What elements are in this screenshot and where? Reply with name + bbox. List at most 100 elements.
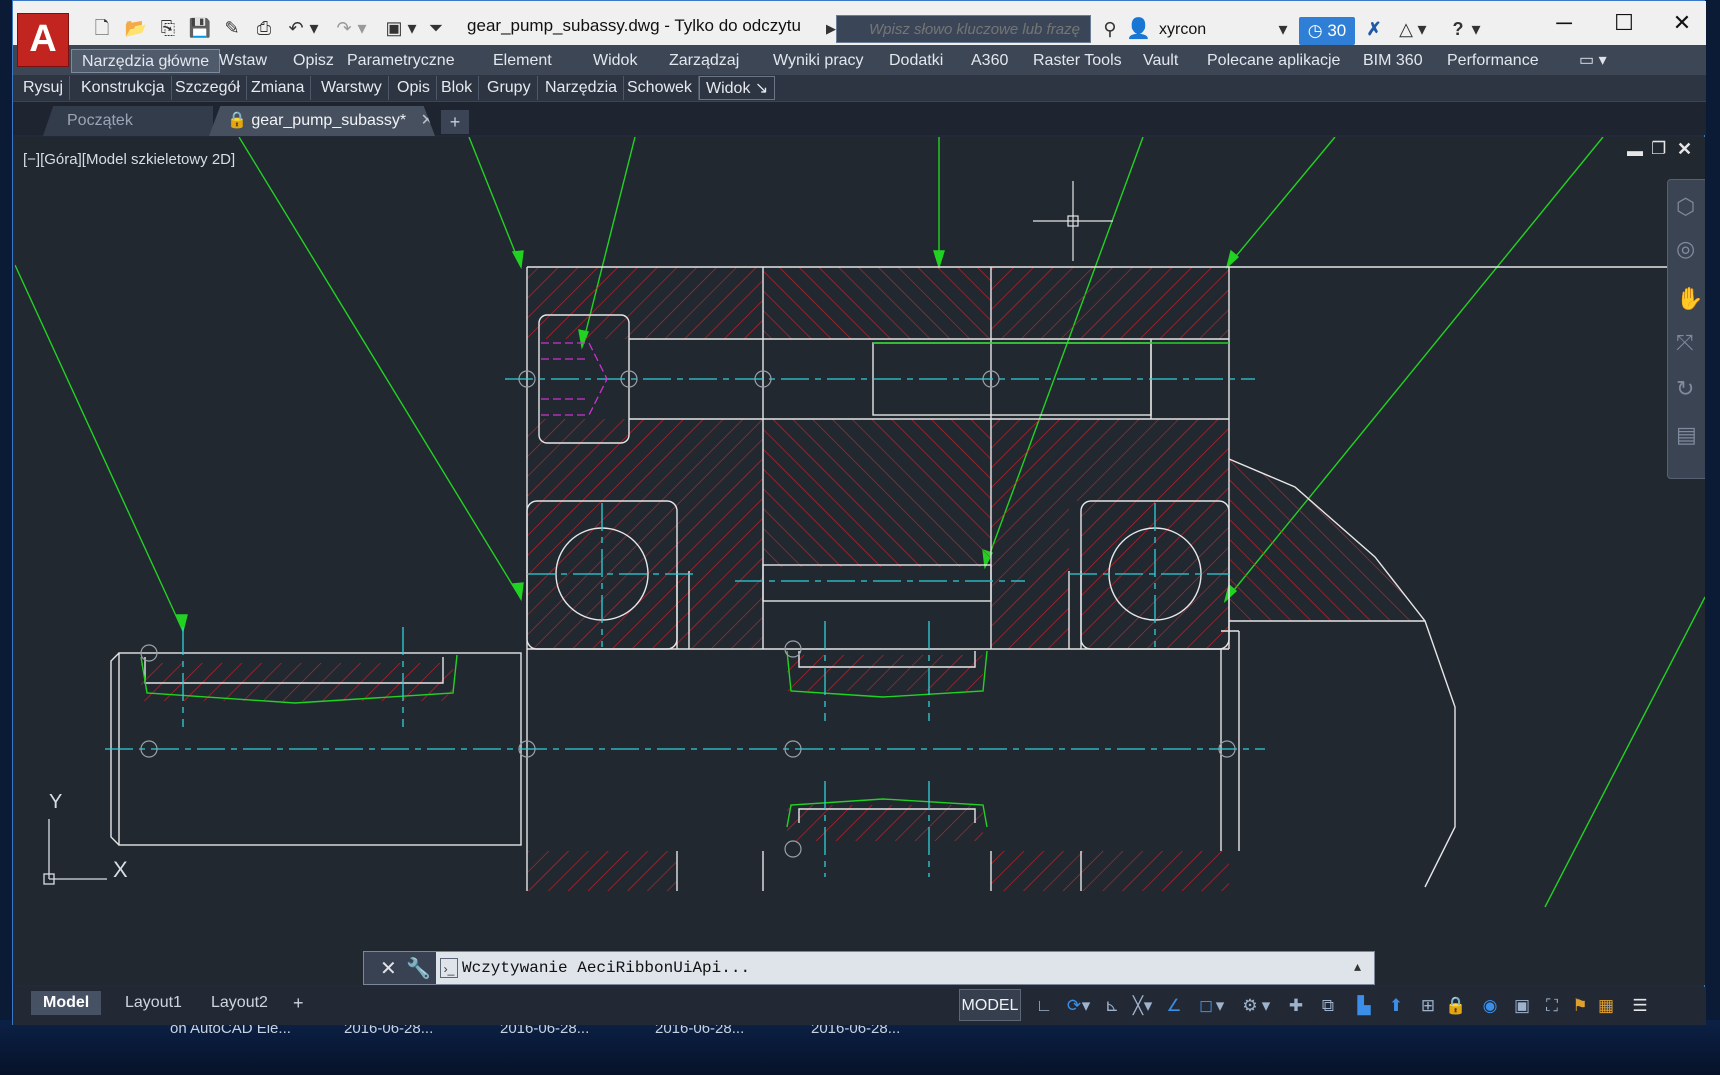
- panel-clipboard[interactable]: Schowek: [621, 76, 699, 100]
- file-tab-start[interactable]: Początek: [43, 106, 213, 136]
- annotation-scale-dropdown-icon[interactable]: ▾: [1259, 993, 1273, 1019]
- close-button[interactable]: ✕: [1653, 1, 1711, 45]
- application-menu-button[interactable]: A: [17, 13, 69, 67]
- panel-modify[interactable]: Zmiana: [245, 76, 312, 100]
- command-prompt-icon[interactable]: ›_: [440, 958, 458, 978]
- object-snap-dropdown-icon[interactable]: ▾: [1213, 993, 1227, 1019]
- help-dropdown-icon[interactable]: ▾: [1469, 16, 1483, 42]
- ribbon-tab-performance[interactable]: Performance: [1437, 49, 1549, 73]
- ribbon-tab-parametric[interactable]: Parametryczne: [337, 49, 465, 73]
- viewport-restore-icon[interactable]: ❐: [1651, 139, 1666, 159]
- search-expand-icon[interactable]: ▶: [826, 17, 836, 41]
- steering-wheel-icon[interactable]: ◎: [1676, 236, 1695, 262]
- notification-icon[interactable]: ▦: [1593, 993, 1619, 1019]
- save-to-web-icon[interactable]: ⎘: [155, 15, 181, 41]
- ribbon-tab-raster-tools[interactable]: Raster Tools: [1023, 49, 1132, 73]
- orbit-icon[interactable]: ↻: [1676, 376, 1694, 402]
- ribbon-tab-vault[interactable]: Vault: [1133, 49, 1188, 73]
- showmotion-icon[interactable]: ▤: [1676, 422, 1697, 448]
- command-history-icon[interactable]: ▴: [1354, 958, 1361, 975]
- units-icon[interactable]: ⬆: [1383, 993, 1409, 1019]
- grid-icon[interactable]: ∟: [1031, 993, 1057, 1019]
- snap-dropdown-icon[interactable]: ▾: [1079, 993, 1093, 1019]
- file-tab-drawing[interactable]: 🔒 gear_pump_subassy* ✕: [209, 106, 435, 136]
- ribbon-tab-home[interactable]: Narzędzia główne: [71, 49, 221, 73]
- crosshair-icon[interactable]: ✚: [1283, 993, 1309, 1019]
- model-space-button[interactable]: MODEL: [959, 989, 1021, 1021]
- save-icon[interactable]: 💾: [187, 15, 213, 41]
- viewcube-icon[interactable]: ⬡: [1676, 194, 1695, 220]
- exchange-apps-icon[interactable]: ✗: [1361, 16, 1387, 42]
- drawing-viewport[interactable]: [−][Góra][Model szkieletowy 2D] Y X ▬ ❐ …: [15, 137, 1705, 985]
- viewport-close-icon[interactable]: ✕: [1677, 139, 1692, 160]
- viewport-minimize-icon[interactable]: ▬: [1627, 143, 1643, 161]
- lock-ui-icon[interactable]: 🔒: [1443, 993, 1469, 1019]
- ribbon-tab-view[interactable]: Widok: [583, 49, 647, 73]
- pan-icon[interactable]: ✋: [1676, 286, 1703, 312]
- ribbon-tab-manage[interactable]: Zarządzaj: [659, 49, 749, 73]
- ribbon-tab-a360[interactable]: A360: [961, 49, 1018, 73]
- new-tab-button[interactable]: +: [441, 110, 469, 134]
- ortho-icon[interactable]: ⊾: [1099, 993, 1125, 1019]
- undo-dropdown-icon[interactable]: ▾: [307, 15, 321, 41]
- open-file-icon[interactable]: 📂: [123, 15, 149, 41]
- new-file-icon[interactable]: 🗋: [89, 15, 115, 41]
- isodraft-icon[interactable]: ∠: [1161, 993, 1187, 1019]
- close-command-line-icon[interactable]: ✕: [380, 956, 397, 981]
- print-icon[interactable]: ⎙: [251, 15, 277, 41]
- workspace-dropdown-icon[interactable]: ▾: [405, 15, 419, 41]
- panel-detail[interactable]: Szczegół: [169, 76, 247, 100]
- viewport-label[interactable]: [−][Góra][Model szkieletowy 2D]: [23, 151, 235, 168]
- hardware-acceleration-icon[interactable]: ◉: [1477, 993, 1503, 1019]
- ribbon-minimize-icon[interactable]: ▭ ▾: [1569, 49, 1617, 73]
- isolate-objects-icon[interactable]: ▙: [1351, 993, 1377, 1019]
- zoom-extents-icon[interactable]: ⤧: [1676, 330, 1694, 356]
- panel-groups[interactable]: Grupy: [481, 76, 538, 100]
- ribbon-tab-element[interactable]: Element: [483, 49, 562, 73]
- polar-dropdown-icon[interactable]: ▾: [1141, 993, 1155, 1019]
- undo-icon[interactable]: ↶: [283, 15, 309, 41]
- search-input[interactable]: [867, 17, 1087, 41]
- panel-utilities[interactable]: Narzędzia: [539, 76, 625, 100]
- selection-cycling-icon[interactable]: ⧉: [1315, 993, 1341, 1019]
- save-as-icon[interactable]: ✎: [219, 15, 245, 41]
- ribbon-tab-featured-apps[interactable]: Polecane aplikacje: [1197, 49, 1350, 73]
- maximize-button[interactable]: ☐: [1595, 1, 1653, 45]
- a360-dropdown-icon[interactable]: ▾: [1415, 16, 1429, 42]
- new-layout-button[interactable]: +: [281, 991, 316, 1015]
- help-icon[interactable]: ?: [1445, 16, 1471, 42]
- panel-layers[interactable]: Warstwy: [315, 76, 389, 100]
- close-tab-icon[interactable]: ✕: [411, 112, 434, 129]
- panel-view[interactable]: Widok ↘: [699, 76, 776, 100]
- layout-tab-layout1[interactable]: Layout1: [113, 991, 194, 1015]
- trial-timer[interactable]: ◷ 30: [1299, 17, 1355, 45]
- layout-tab-layout2[interactable]: Layout2: [199, 991, 280, 1015]
- ribbon-tab-addins[interactable]: Dodatki: [879, 49, 953, 73]
- customize-wrench-icon[interactable]: 🔧: [406, 956, 431, 981]
- redo-dropdown-icon[interactable]: ▾: [355, 15, 369, 41]
- minimize-button[interactable]: ─: [1535, 1, 1593, 45]
- tray-settings-icon[interactable]: ⚑: [1567, 993, 1593, 1019]
- panel-block[interactable]: Blok: [435, 76, 480, 100]
- ribbon-tab-bim360[interactable]: BIM 360: [1353, 49, 1433, 73]
- quick-properties-icon[interactable]: ⊞: [1415, 993, 1441, 1019]
- panel-annotation[interactable]: Opis: [391, 76, 437, 100]
- graphics-performance-icon[interactable]: ⛶: [1539, 993, 1565, 1019]
- status-bar: Model Layout1 Layout2 + MODEL ∟ ⟳ ▾ ⊾ ╳ …: [13, 987, 1706, 1025]
- ribbon-tab-annotate[interactable]: Opisz: [283, 49, 344, 73]
- command-input[interactable]: Wczytywanie AeciRibbonUiApi...: [462, 955, 750, 981]
- panel-draw[interactable]: Rysuj: [17, 76, 71, 100]
- layout-tab-model[interactable]: Model: [31, 991, 102, 1015]
- customization-menu-icon[interactable]: ☰: [1627, 993, 1653, 1019]
- ribbon-tab-insert[interactable]: Wstaw: [209, 49, 277, 73]
- clean-screen-icon[interactable]: ▣: [1509, 993, 1535, 1019]
- navigation-bar: ⬡ ◎ ✋ ⤧ ↻ ▤: [1667, 179, 1705, 479]
- binoculars-icon[interactable]: ⚲: [1097, 16, 1123, 42]
- search-box[interactable]: [836, 15, 1091, 43]
- clock-icon: ◷: [1307, 21, 1323, 40]
- ribbon-tab-output[interactable]: Wyniki pracy: [763, 49, 874, 73]
- panel-construction[interactable]: Konstrukcja: [75, 76, 172, 100]
- redo-icon[interactable]: ↷: [331, 15, 357, 41]
- user-dropdown-icon[interactable]: ▾: [1275, 16, 1291, 42]
- workspace-icon[interactable]: ▣: [381, 15, 407, 41]
